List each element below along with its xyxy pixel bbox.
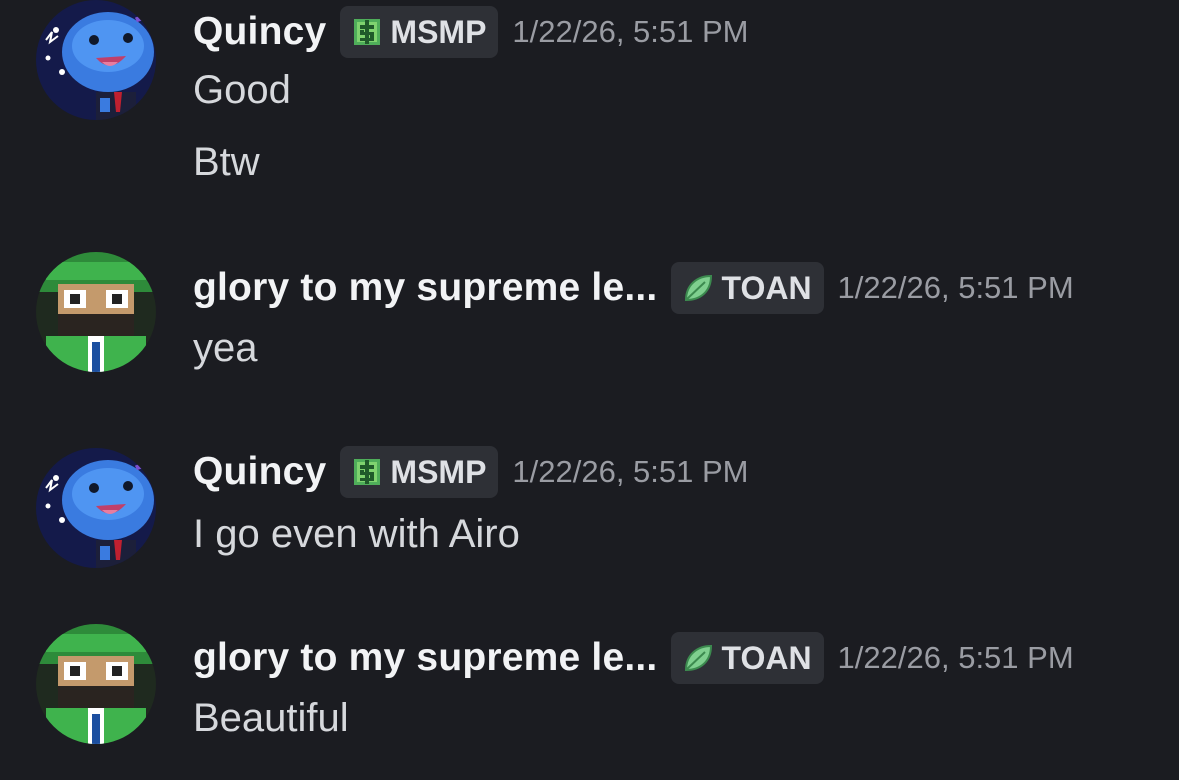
timestamp: 1/22/26, 5:51 PM xyxy=(512,14,749,49)
tag-label: TOAN xyxy=(721,269,812,306)
username[interactable]: Quincy xyxy=(193,450,326,494)
tag-label: TOAN xyxy=(721,639,812,676)
user-avatar[interactable] xyxy=(36,0,156,120)
username[interactable]: glory to my supreme le... xyxy=(193,636,657,680)
server-tag[interactable]: MSMP xyxy=(340,446,499,498)
blue-creature-icon xyxy=(36,0,156,120)
user-avatar[interactable] xyxy=(36,252,156,372)
message-header: glory to my supreme le... TOAN 1/22/26, … xyxy=(193,260,1074,316)
user-avatar[interactable] xyxy=(36,448,156,568)
message-header: glory to my supreme le... TOAN 1/22/26, … xyxy=(193,630,1074,686)
username[interactable]: glory to my supreme le... xyxy=(193,266,657,310)
blue-creature-icon xyxy=(36,448,156,568)
message-header: Quincy MSMP 1/22/26, 5:51 PM xyxy=(193,4,749,60)
dollar-pixel-icon xyxy=(354,459,381,485)
timestamp: 1/22/26, 5:51 PM xyxy=(512,454,749,489)
green-cap-pixel-icon xyxy=(36,252,156,372)
message-header: Quincy MSMP 1/22/26, 5:51 PM xyxy=(193,444,749,500)
dollar-pixel-icon xyxy=(354,19,381,45)
tag-label: MSMP xyxy=(390,453,487,490)
server-tag[interactable]: TOAN xyxy=(671,262,824,314)
leaf-icon xyxy=(685,644,713,672)
message-text: I go even with Airo xyxy=(193,512,520,556)
username[interactable]: Quincy xyxy=(193,10,326,54)
leaf-icon xyxy=(685,274,713,302)
timestamp: 1/22/26, 5:51 PM xyxy=(837,640,1074,675)
tag-label: MSMP xyxy=(390,13,487,50)
server-tag[interactable]: MSMP xyxy=(340,6,499,58)
message-text: Good xyxy=(193,68,291,112)
green-cap-pixel-icon xyxy=(36,624,156,744)
message-text: yea xyxy=(193,326,258,370)
user-avatar[interactable] xyxy=(36,624,156,744)
server-tag[interactable]: TOAN xyxy=(671,632,824,684)
message-text: Beautiful xyxy=(193,696,349,740)
timestamp: 1/22/26, 5:51 PM xyxy=(837,270,1074,305)
message-text: Btw xyxy=(193,140,260,184)
